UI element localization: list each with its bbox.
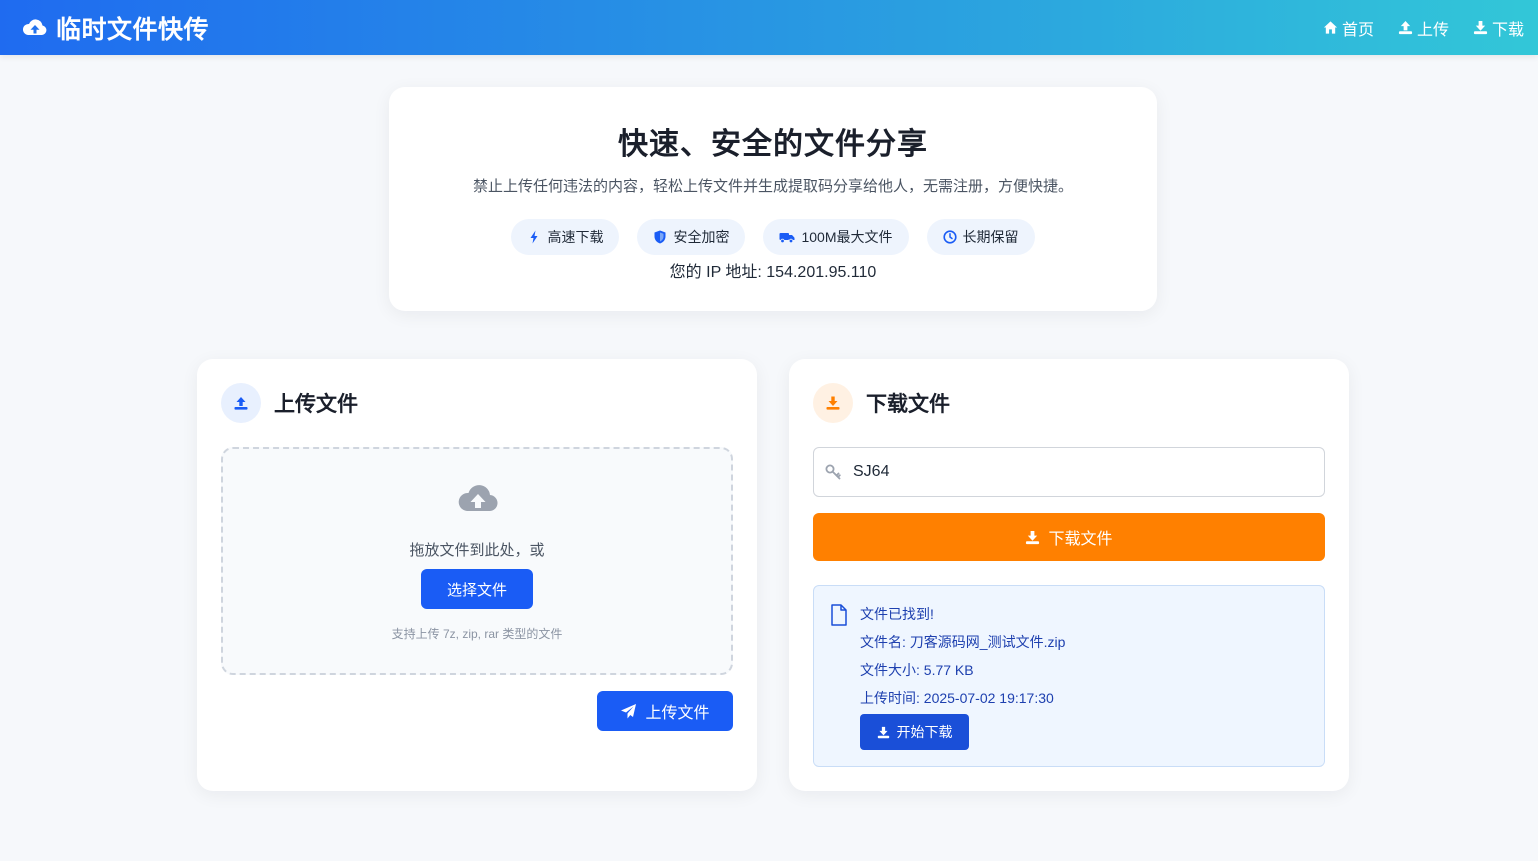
brand-title: 临时文件快传 (56, 15, 210, 44)
result-status: 文件已找到! (860, 606, 934, 622)
start-download-button[interactable]: 开始下载 (860, 714, 969, 750)
feature-fast-download: 高速下载 (511, 219, 620, 255)
ip-address: 您的 IP 地址: 154.201.95.110 (669, 264, 877, 281)
paper-plane-icon (621, 703, 637, 718)
result-upload-time: 上传时间: 2025-07-02 19:17:30 (860, 690, 1054, 706)
key-icon (825, 464, 841, 480)
dropzone-text: 拖放文件到此处，或 (409, 542, 545, 559)
upload-icon (234, 397, 248, 410)
feature-badges: 高速下载 安全加密 100M最大文件 长期保留 (389, 219, 1157, 255)
feature-label: 100M最大文件 (801, 229, 893, 245)
shield-icon (654, 230, 666, 244)
download-panel-icon (813, 383, 853, 423)
top-nav-bar: 临时文件快传 首页 上传 下载 (0, 0, 1538, 55)
bolt-icon (530, 230, 538, 244)
feature-secure: 安全加密 (637, 219, 746, 255)
cloud-upload-icon (22, 18, 47, 35)
upload-icon (1398, 20, 1413, 35)
extraction-code-field[interactable] (813, 447, 1325, 497)
nav-home[interactable]: 首页 (1323, 16, 1374, 40)
dropzone-hint: 支持上传 7z, zip, rar 类型的文件 (391, 627, 563, 641)
download-icon (1026, 530, 1040, 544)
brand[interactable]: 临时文件快传 (22, 10, 209, 46)
home-icon (1323, 21, 1338, 34)
upload-panel-icon (221, 383, 261, 423)
nav-home-label: 首页 (1341, 21, 1374, 39)
nav-upload[interactable]: 上传 (1398, 16, 1449, 40)
clock-icon (942, 230, 957, 244)
upload-panel-header: 上传文件 (221, 383, 358, 423)
extraction-code-input[interactable] (853, 463, 1293, 481)
nav-download[interactable]: 下载 (1473, 16, 1524, 40)
download-file-label: 下载文件 (1048, 531, 1113, 548)
cloud-upload-icon (458, 485, 498, 512)
truck-icon (779, 233, 795, 244)
file-icon (831, 604, 847, 626)
upload-file-label: 上传文件 (645, 705, 710, 722)
download-icon (826, 396, 840, 410)
download-panel-header: 下载文件 (813, 383, 950, 423)
file-dropzone[interactable]: 拖放文件到此处，或 选择文件 支持上传 7z, zip, rar 类型的文件 (221, 447, 733, 675)
nav-menu: 首页 上传 下载 (1323, 16, 1524, 40)
download-panel-title: 下载文件 (866, 393, 950, 416)
feature-max-size: 100M最大文件 (763, 219, 909, 255)
upload-panel-title: 上传文件 (274, 393, 358, 416)
upload-panel: 上传文件 拖放文件到此处，或 选择文件 支持上传 7z, zip, rar 类型… (197, 359, 757, 791)
upload-file-button[interactable]: 上传文件 (597, 691, 733, 731)
feature-label: 长期保留 (962, 229, 1019, 245)
nav-upload-label: 上传 (1416, 21, 1449, 39)
download-icon (877, 726, 889, 738)
feature-label: 安全加密 (673, 229, 730, 245)
download-panel: 下载文件 下载文件 文件已找到! 文件名: 刀客源码网_测试文件.zip 文件大… (789, 359, 1349, 791)
select-file-button[interactable]: 选择文件 (421, 569, 533, 609)
download-file-button[interactable]: 下载文件 (813, 513, 1325, 561)
result-filename: 文件名: 刀客源码网_测试文件.zip (860, 634, 1066, 650)
result-filesize: 文件大小: 5.77 KB (860, 662, 974, 678)
feature-label: 高速下载 (547, 229, 604, 245)
download-icon (1473, 20, 1488, 35)
hero-subtitle: 禁止上传任何违法的内容，轻松上传文件并生成提取码分享给他人，无需注册，方便快捷。 (472, 178, 1073, 195)
hero-card: 快速、安全的文件分享 禁止上传任何违法的内容，轻松上传文件并生成提取码分享给他人… (389, 87, 1157, 311)
hero-title: 快速、安全的文件分享 (618, 128, 928, 161)
nav-download-label: 下载 (1491, 21, 1524, 39)
file-found-result: 文件已找到! 文件名: 刀客源码网_测试文件.zip 文件大小: 5.77 KB… (813, 585, 1325, 767)
start-download-label: 开始下载 (896, 724, 953, 740)
feature-long-term: 长期保留 (926, 219, 1035, 255)
